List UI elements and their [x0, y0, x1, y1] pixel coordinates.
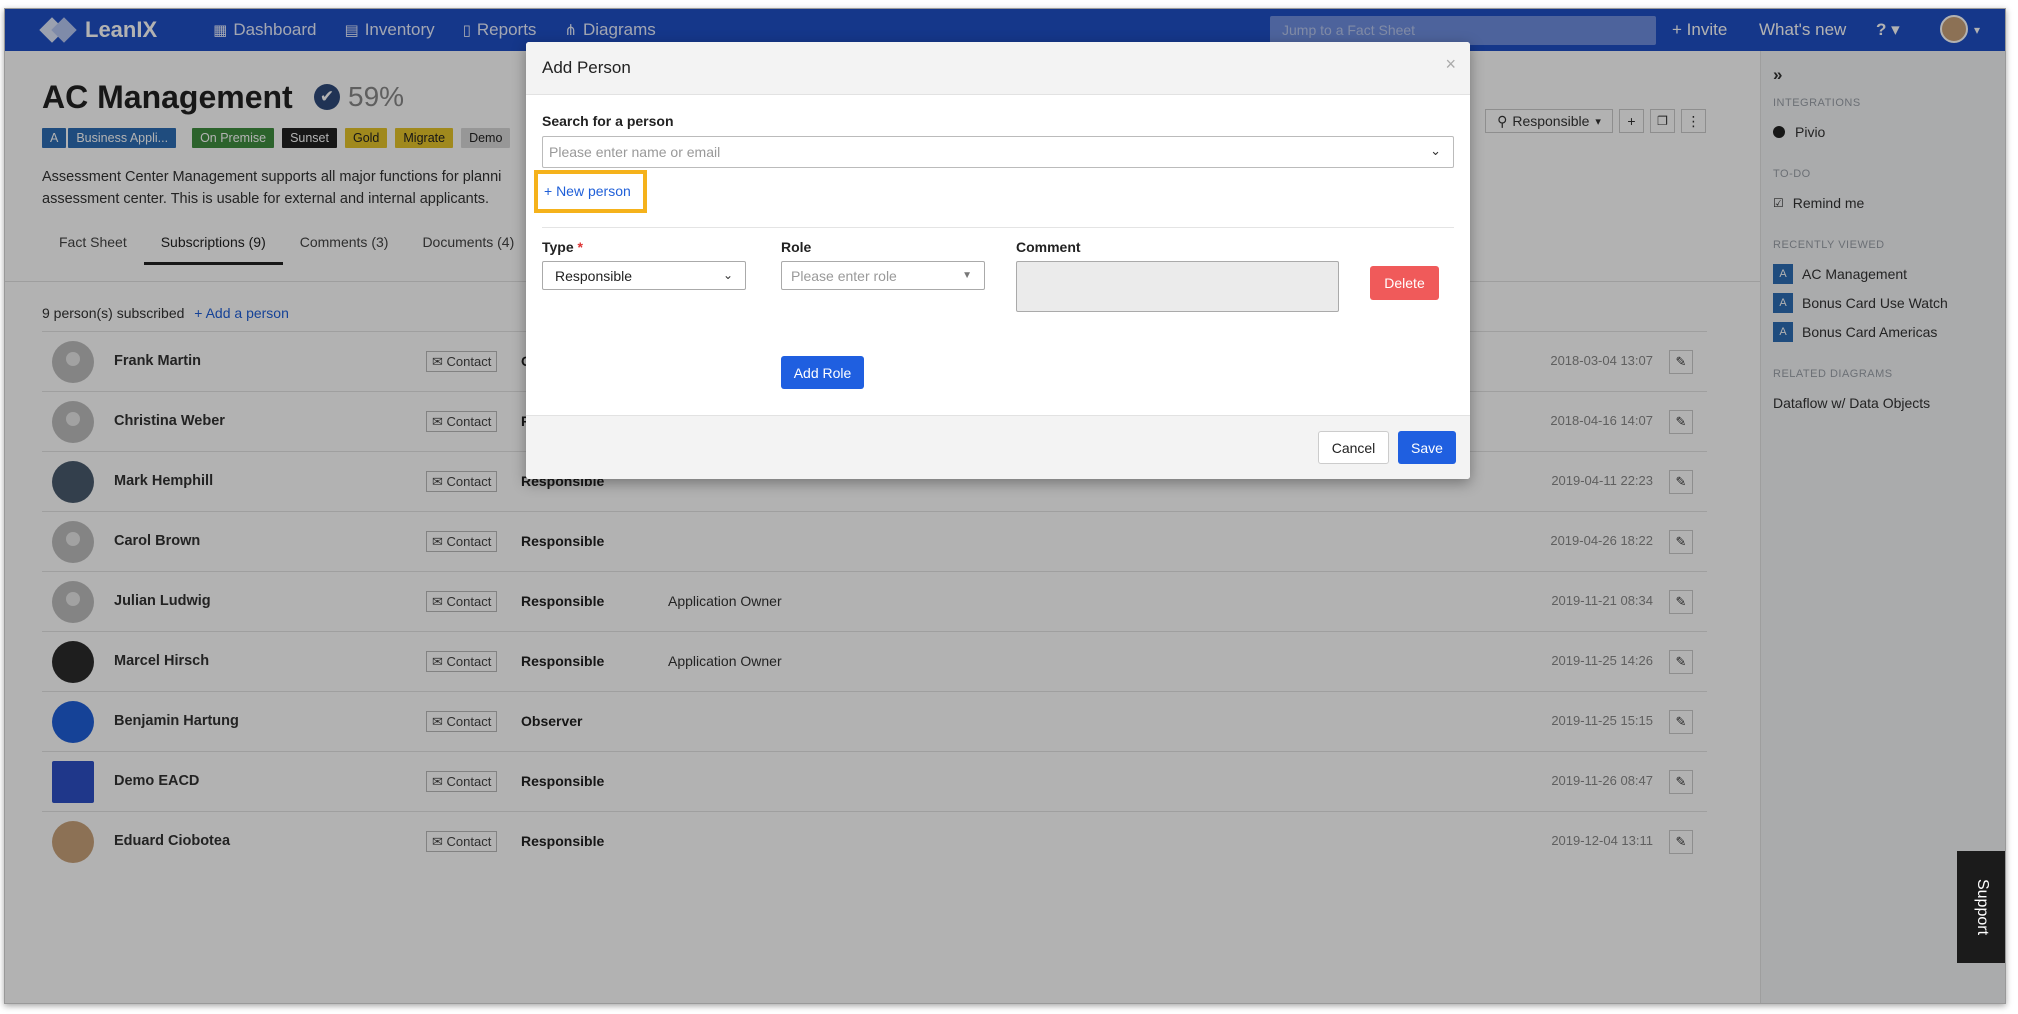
app-window: LeanIX ▦ Dashboard ▤ Inventory ▯ Reports…: [4, 8, 2006, 1004]
support-label: Support: [1974, 878, 1992, 936]
search-person-label: Search for a person: [542, 113, 674, 129]
role-select-placeholder: Please enter role: [791, 268, 897, 284]
type-select[interactable]: Responsible ⌄: [542, 261, 746, 290]
comment-textarea[interactable]: [1016, 261, 1339, 312]
support-button[interactable]: Support: [1957, 851, 2005, 963]
dialog-header: Add Person ×: [526, 42, 1470, 95]
save-button[interactable]: Save: [1398, 431, 1456, 464]
type-label: Type *: [542, 239, 583, 255]
comment-label: Comment: [1016, 239, 1081, 255]
type-label-text: Type: [542, 239, 574, 255]
close-icon[interactable]: ×: [1445, 54, 1456, 75]
role-label: Role: [781, 239, 812, 255]
add-role-button[interactable]: Add Role: [781, 356, 864, 389]
role-select[interactable]: Please enter role ▼: [781, 261, 985, 290]
required-marker: *: [577, 239, 583, 255]
dialog-title: Add Person: [542, 58, 631, 77]
dialog-footer: Cancel Save: [526, 415, 1470, 479]
new-person-button[interactable]: + New person: [534, 170, 647, 213]
add-person-dialog: Add Person × Search for a person Please …: [526, 42, 1470, 479]
person-search-input[interactable]: Please enter name or email ⌄: [542, 136, 1454, 168]
caret-down-icon: ▼: [962, 270, 972, 281]
delete-button[interactable]: Delete: [1370, 266, 1439, 300]
dialog-divider: [542, 227, 1454, 228]
type-select-value: Responsible: [555, 268, 633, 284]
person-search-placeholder: Please enter name or email: [549, 144, 721, 160]
chevron-down-icon[interactable]: ⌄: [1430, 143, 1441, 159]
chevron-down-icon: ⌄: [722, 268, 733, 282]
cancel-button[interactable]: Cancel: [1318, 431, 1389, 464]
